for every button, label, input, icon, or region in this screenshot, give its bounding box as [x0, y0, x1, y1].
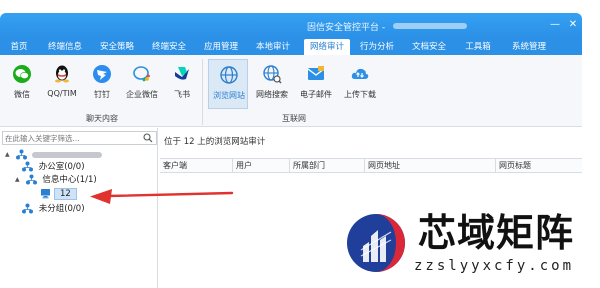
- audit-table-header: 客户端 用户 所属部门 网页地址 网页标题: [160, 158, 582, 173]
- column-header-page-title[interactable]: 网页标题: [496, 159, 582, 172]
- globe-search-icon: [263, 65, 282, 84]
- menu-terminal-info[interactable]: 终端信息: [44, 39, 86, 55]
- watermark-logo: [347, 214, 405, 272]
- tree-node-ungrouped[interactable]: 未分组(0/0): [22, 202, 85, 216]
- column-header-user[interactable]: 用户: [233, 159, 290, 172]
- menu-document-security[interactable]: 文档安全: [408, 39, 450, 55]
- wecom-button[interactable]: 企业微信: [122, 59, 162, 109]
- org-icon: [22, 161, 33, 172]
- browse-web-button[interactable]: 浏览网站: [208, 59, 248, 109]
- feishu-icon: [175, 67, 189, 80]
- column-header-url[interactable]: 网页地址: [365, 159, 496, 172]
- tree-node-office[interactable]: 办公室(0/0): [22, 160, 85, 174]
- tree-node-label: 信息中心(1/1): [42, 175, 97, 185]
- wecom-icon: [133, 66, 150, 82]
- main-menu: 首页 终端信息 安全策略 终端安全 应用管理 本地审计 网络审计 行为分析 文档…: [0, 39, 582, 55]
- ribbon-toolbar: 微信 QQ/TIM 钉钉 企业微信 飞书 聊天内容 浏览网站 网络搜索 电子邮件…: [0, 55, 582, 127]
- cloud-transfer-icon: [351, 68, 369, 79]
- feishu-label: 飞书: [174, 90, 190, 99]
- menu-system-management[interactable]: 系统管理: [506, 39, 552, 55]
- web-search-button[interactable]: 网络搜索: [252, 59, 292, 109]
- app-window: 固信安全管控平台 - — ✕ 首页 终端信息 安全策略 终端安全 应用管理 本地…: [0, 0, 600, 288]
- tree-search-box: [2, 131, 157, 145]
- globe-icon: [220, 66, 238, 84]
- org-icon: [15, 149, 27, 160]
- window-title: 固信安全管控平台 -: [307, 23, 386, 33]
- watermark-brand: 芯域矩阵: [418, 211, 575, 255]
- root-node-redacted: [32, 151, 103, 158]
- device-tree-panel: ▲ 办公室(0/0) ▲ 信息中心(1/1): [0, 128, 158, 288]
- tree-collapse-toggle[interactable]: ▲: [15, 173, 23, 187]
- org-icon: [22, 203, 33, 214]
- qq-icon: [55, 65, 69, 83]
- tree-node-info-center[interactable]: ▲ 信息中心(1/1): [15, 173, 97, 187]
- dingtalk-button[interactable]: 钉钉: [82, 59, 122, 109]
- menu-local-audit[interactable]: 本地审计: [252, 39, 294, 55]
- chat-group-label: 聊天内容: [86, 114, 118, 123]
- tree-node-computer-12[interactable]: 12: [40, 187, 77, 201]
- minimize-button[interactable]: —: [548, 18, 562, 32]
- menu-home[interactable]: 首页: [4, 39, 34, 55]
- menu-terminal-security[interactable]: 终端安全: [148, 39, 190, 55]
- tree-node-label: 未分组(0/0): [38, 204, 85, 214]
- ribbon-group-divider: [202, 59, 203, 125]
- menu-security-policy[interactable]: 安全策略: [96, 39, 138, 55]
- audit-breadcrumb: 位于 12 上的浏览网站审计: [164, 137, 266, 147]
- browse-web-label: 浏览网站: [213, 91, 245, 100]
- tree-node-label: 12: [54, 188, 77, 200]
- email-label: 电子邮件: [300, 90, 332, 99]
- wechat-button[interactable]: 微信: [2, 59, 42, 109]
- internet-group-label: 互联网: [282, 114, 306, 123]
- upload-download-button[interactable]: 上传下载: [340, 59, 380, 109]
- qq-button[interactable]: QQ/TIM: [42, 59, 82, 109]
- feishu-button[interactable]: 飞书: [162, 59, 202, 109]
- dingtalk-icon: [93, 65, 111, 83]
- mail-icon: [307, 66, 325, 80]
- wechat-icon: [13, 65, 31, 83]
- tree-node-label: 办公室(0/0): [38, 162, 85, 172]
- title-bar: 固信安全管控平台 - — ✕: [0, 13, 582, 39]
- window-title-redacted: [393, 23, 467, 29]
- computer-icon: [41, 189, 50, 199]
- watermark-url: zzslyyxcfy.com: [414, 258, 575, 274]
- web-search-label: 网络搜索: [256, 90, 288, 99]
- email-button[interactable]: 电子邮件: [296, 59, 336, 109]
- org-icon: [25, 174, 37, 185]
- search-icon[interactable]: [143, 133, 153, 143]
- menu-behavior-analysis[interactable]: 行为分析: [356, 39, 398, 55]
- menu-app-management[interactable]: 应用管理: [200, 39, 242, 55]
- column-header-department[interactable]: 所属部门: [290, 159, 365, 172]
- tree-collapse-toggle[interactable]: ▲: [5, 148, 13, 162]
- column-header-client[interactable]: 客户端: [160, 159, 233, 172]
- upload-download-label: 上传下载: [344, 90, 376, 99]
- tree-search-input[interactable]: [5, 132, 141, 144]
- close-button[interactable]: ✕: [566, 18, 580, 32]
- menu-toolbox[interactable]: 工具箱: [460, 39, 496, 55]
- menu-network-audit[interactable]: 网络审计: [304, 39, 350, 55]
